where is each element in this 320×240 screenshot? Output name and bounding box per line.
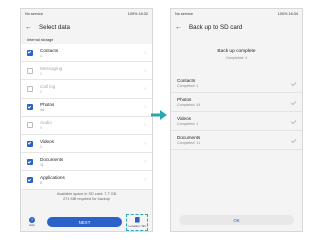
page-title: Back up to SD card bbox=[189, 23, 243, 31]
item-title: Videos bbox=[40, 138, 54, 144]
list-item-contacts[interactable]: Contacts 1 › bbox=[21, 44, 152, 63]
item-title: Call log bbox=[40, 83, 56, 89]
checkbox[interactable] bbox=[27, 67, 33, 74]
help-label: Help bbox=[28, 223, 36, 228]
checkbox[interactable] bbox=[27, 104, 33, 111]
check-icon bbox=[290, 80, 297, 86]
checkbox[interactable] bbox=[27, 176, 33, 183]
chevron-right-icon: › bbox=[144, 67, 146, 74]
backup-complete-screen: No service 100% 16:34 ← Back up to SD ca… bbox=[170, 8, 303, 232]
complete-count: Completed: 4 bbox=[225, 56, 248, 60]
select-data-screen: No service 100% 16:32 ← Select data Inte… bbox=[20, 8, 153, 232]
item-title: Contacts bbox=[40, 47, 59, 53]
check-icon bbox=[290, 137, 297, 143]
chevron-right-icon: › bbox=[144, 49, 146, 56]
help-button[interactable]: ? Help bbox=[25, 216, 39, 228]
list-item-videos[interactable]: Videos 1 › bbox=[21, 135, 152, 154]
item-title: Photos bbox=[177, 97, 192, 102]
completed-item-contacts: Contacts Completed: 1 bbox=[171, 74, 302, 93]
item-status: Completed: 11 bbox=[177, 141, 201, 145]
back-arrow-icon[interactable]: ← bbox=[25, 24, 35, 31]
item-count: 0 bbox=[40, 71, 42, 76]
page-title: Select data bbox=[39, 23, 70, 31]
chevron-right-icon: › bbox=[144, 140, 146, 147]
item-status: Completed: 44 bbox=[177, 103, 201, 107]
list-item-call-log[interactable]: Call log 0 › bbox=[21, 80, 152, 99]
item-count: 11 bbox=[40, 162, 44, 167]
required-space-text: 271 MB required for backup bbox=[63, 196, 110, 201]
checkbox[interactable] bbox=[27, 140, 33, 147]
item-count: 44 bbox=[40, 108, 44, 113]
check-icon bbox=[290, 118, 297, 124]
item-title: Applications bbox=[40, 174, 65, 180]
footer-bar: ? Help NEXT Location: SD bbox=[21, 213, 152, 231]
list-item-documents[interactable]: Documents 11 › bbox=[21, 153, 152, 172]
battery-time-text: 100% 16:34 bbox=[277, 12, 298, 16]
next-button[interactable]: NEXT bbox=[46, 217, 123, 227]
item-title: Photos bbox=[40, 102, 55, 108]
list-item-audio[interactable]: Audio 0 › bbox=[21, 117, 152, 135]
item-title: Contacts bbox=[177, 78, 196, 83]
chevron-right-icon: › bbox=[144, 176, 146, 183]
item-title: Documents bbox=[40, 156, 64, 162]
item-count: 0 bbox=[40, 180, 42, 185]
ok-button[interactable]: OK bbox=[179, 215, 294, 225]
section-label: Internal storage bbox=[27, 38, 54, 42]
arrow-right-icon bbox=[151, 110, 167, 120]
item-count: 1 bbox=[40, 144, 42, 149]
list-item-photos[interactable]: Photos 44 › bbox=[21, 99, 152, 117]
list-item-messaging[interactable]: Messaging 0 › bbox=[21, 62, 152, 81]
list-item-applications[interactable]: Applications 0 › bbox=[21, 171, 152, 190]
sd-card-icon bbox=[134, 216, 140, 223]
item-title: Documents bbox=[177, 135, 201, 140]
sdcard-location-button[interactable]: Location: SD bbox=[126, 213, 148, 231]
item-count: 0 bbox=[40, 89, 42, 94]
item-title: Audio bbox=[40, 120, 52, 126]
app-bar: ← Back up to SD card bbox=[171, 19, 302, 35]
item-title: Videos bbox=[177, 116, 191, 121]
battery-time-text: 100% 16:32 bbox=[127, 12, 148, 16]
complete-title: Back up complete bbox=[217, 49, 256, 54]
item-status: Completed: 1 bbox=[177, 122, 199, 126]
carrier-text: No service bbox=[175, 12, 193, 16]
status-bar: No service 100% 16:34 bbox=[171, 9, 302, 19]
completed-list: Contacts Completed: 1 Photos Completed: 44… bbox=[171, 74, 302, 150]
checkbox[interactable] bbox=[27, 158, 33, 165]
item-title: Messaging bbox=[40, 65, 63, 71]
completion-summary: Back up complete Completed: 4 bbox=[171, 35, 302, 66]
completed-item-photos: Photos Completed: 44 bbox=[171, 93, 302, 112]
sdcard-location-label: Location: SD bbox=[128, 223, 146, 228]
checkbox[interactable] bbox=[27, 85, 33, 92]
check-icon bbox=[290, 99, 297, 105]
chevron-right-icon: › bbox=[144, 85, 146, 92]
carrier-text: No service bbox=[25, 12, 43, 16]
chevron-right-icon: › bbox=[144, 158, 146, 165]
item-count: 1 bbox=[40, 53, 42, 58]
storage-info: Available space in SD card: 7.7 GB 271 M… bbox=[21, 192, 152, 202]
data-list: Contacts 1 › Messaging 0 › Call log 0 › Pho… bbox=[21, 44, 152, 190]
checkbox[interactable] bbox=[27, 49, 33, 56]
back-arrow-icon[interactable]: ← bbox=[175, 24, 185, 31]
help-icon: ? bbox=[28, 216, 35, 223]
chevron-right-icon: › bbox=[144, 104, 146, 111]
completed-item-documents: Documents Completed: 11 bbox=[171, 131, 302, 150]
app-bar: ← Select data bbox=[21, 19, 152, 35]
item-count: 0 bbox=[40, 126, 42, 131]
status-bar: No service 100% 16:32 bbox=[21, 9, 152, 19]
checkbox[interactable] bbox=[27, 122, 33, 129]
item-status: Completed: 1 bbox=[177, 84, 199, 88]
chevron-right-icon: › bbox=[144, 122, 146, 129]
completed-item-videos: Videos Completed: 1 bbox=[171, 112, 302, 131]
